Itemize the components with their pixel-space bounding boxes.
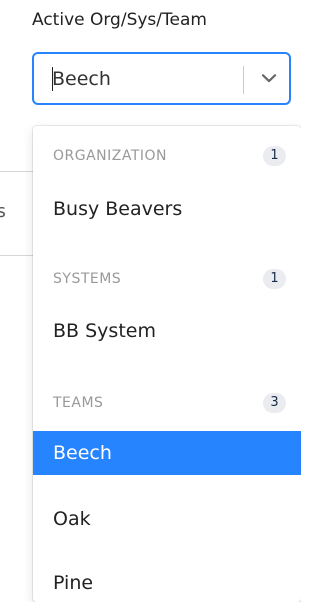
chevron-down-icon[interactable] — [258, 67, 280, 89]
field-label: Active Org/Sys/Team — [32, 10, 207, 30]
team-select[interactable]: Beech — [32, 52, 291, 105]
org-sys-team-selector: nts Active Org/Sys/Team Beech ORGANIZATI… — [0, 0, 301, 602]
indicator-separator — [243, 66, 244, 94]
dropdown-menu: ORGANIZATION 1 Busy Beavers SYSTEMS 1 BB… — [33, 126, 301, 602]
group-header-teams: TEAMS 3 — [33, 393, 301, 415]
select-value[interactable]: Beech — [52, 68, 111, 90]
background-divider — [0, 255, 36, 256]
group-title: SYSTEMS — [53, 271, 122, 287]
option-busy-beavers[interactable]: Busy Beavers — [33, 187, 301, 231]
text-caret — [52, 67, 53, 91]
group-count-badge: 3 — [263, 393, 286, 413]
background-divider — [0, 171, 36, 172]
group-count-badge: 1 — [263, 146, 286, 166]
group-title: ORGANIZATION — [53, 148, 168, 164]
group-header-systems: SYSTEMS 1 — [33, 269, 301, 291]
background-partial-text: nts — [0, 201, 6, 222]
group-header-organization: ORGANIZATION 1 — [33, 146, 301, 168]
option-beech[interactable]: Beech — [33, 431, 301, 475]
group-title: TEAMS — [53, 395, 104, 411]
option-pine[interactable]: Pine — [33, 561, 301, 602]
group-count-badge: 1 — [263, 269, 286, 289]
option-oak[interactable]: Oak — [33, 497, 301, 541]
option-bb-system[interactable]: BB System — [33, 309, 301, 353]
